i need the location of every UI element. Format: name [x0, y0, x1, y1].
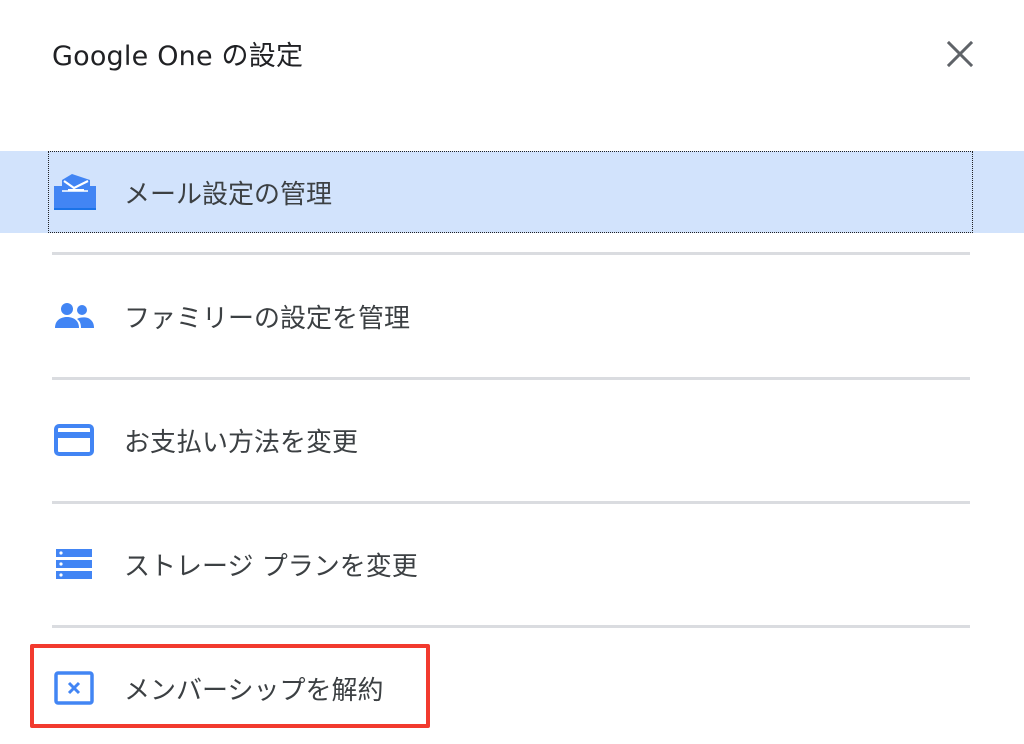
divider — [52, 501, 970, 504]
menu-item-change-payment-method[interactable]: お支払い方法を変更 — [52, 400, 970, 480]
settings-dialog: Google One の設定 メール設定の管理 ファミリーの設定を管理 お支払い… — [0, 0, 1024, 744]
menu-item-label: メール設定の管理 — [124, 179, 333, 210]
menu-item-manage-family-settings[interactable]: ファミリーの設定を管理 — [52, 276, 970, 356]
menu-item-change-storage-plan[interactable]: ストレージ プランを変更 — [52, 524, 970, 604]
settings-menu: メール設定の管理 ファミリーの設定を管理 お支払い方法を変更 ストレージ プラン… — [0, 0, 1024, 744]
menu-item-cancel-membership[interactable]: メンバーシップを解約 — [52, 648, 970, 728]
storage-icon — [52, 542, 96, 586]
divider — [52, 377, 970, 380]
menu-item-label: ストレージ プランを変更 — [124, 551, 418, 582]
divider — [52, 625, 970, 628]
mail-settings-icon — [52, 170, 96, 214]
menu-item-manage-email-settings[interactable]: メール設定の管理 — [52, 152, 970, 232]
credit-card-icon — [52, 418, 96, 462]
menu-item-label: ファミリーの設定を管理 — [124, 303, 411, 334]
menu-item-label: メンバーシップを解約 — [124, 675, 384, 706]
menu-item-label: お支払い方法を変更 — [124, 427, 359, 458]
divider — [52, 252, 970, 255]
cancel-membership-icon — [52, 666, 96, 710]
family-icon — [52, 294, 96, 338]
